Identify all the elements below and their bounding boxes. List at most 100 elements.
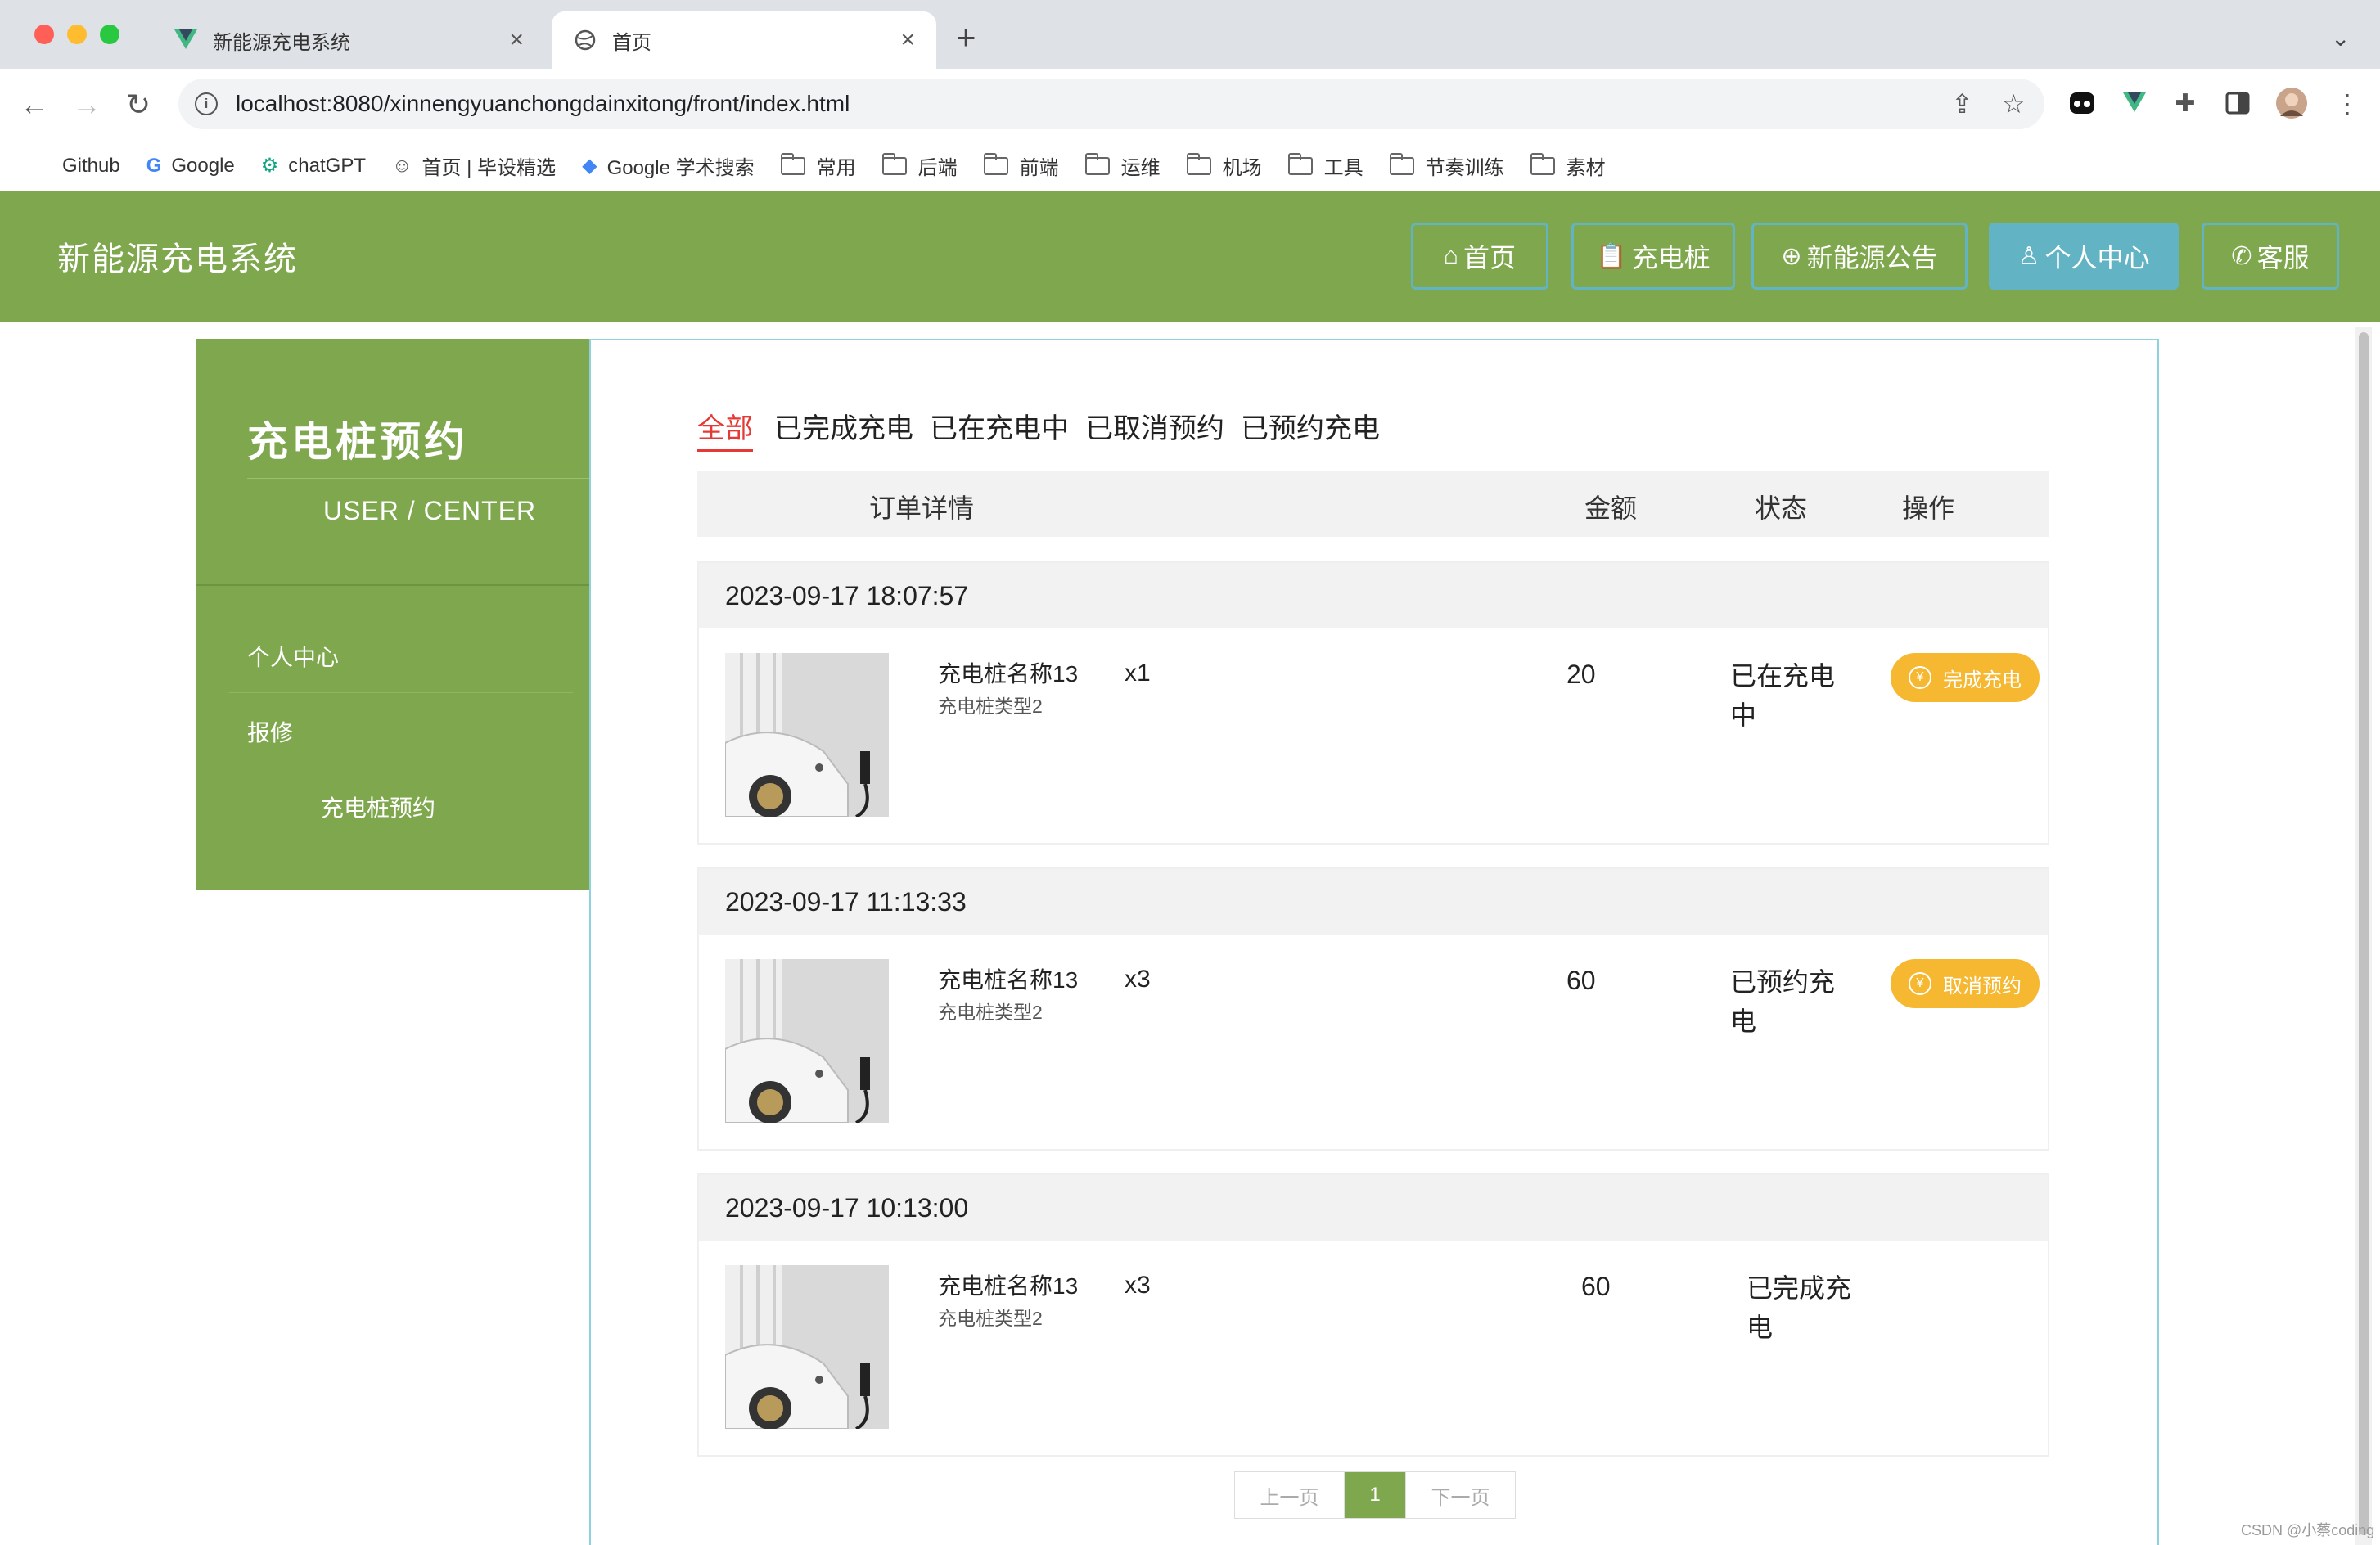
bookmark-folder[interactable]: 前端 — [983, 151, 1059, 180]
puzzle-extensions-icon[interactable]: ✚ — [2169, 87, 2202, 119]
tab-search-chevron-icon[interactable]: ⌄ — [2331, 25, 2350, 52]
side-panel-icon[interactable] — [2221, 87, 2254, 119]
charger-type: 充电桩类型2 — [938, 1002, 1043, 1023]
charger-name: 充电桩名称13 — [938, 967, 1079, 993]
back-arrow-icon[interactable]: ← — [20, 88, 49, 121]
page-number-button[interactable]: 1 — [1345, 1472, 1405, 1518]
tab-title: 新能源充电系统 — [213, 31, 350, 54]
reload-icon[interactable]: ↻ — [126, 88, 151, 121]
prev-page-button[interactable]: 上一页 — [1235, 1472, 1345, 1518]
order-status: 已预约充电 — [1730, 967, 1836, 1036]
folder-icon — [983, 152, 1008, 175]
charger-type: 充电桩类型2 — [938, 696, 1043, 717]
sidebar-item-reservation[interactable]: 充电桩预约 — [321, 791, 435, 823]
order-time: 2023-09-17 18:07:57 — [699, 563, 2048, 628]
order-time: 2023-09-17 11:13:33 — [699, 869, 2048, 935]
sidebar-subtitle: USER / CENTER — [323, 496, 537, 525]
order-card: 2023-09-17 18:07:57 充电桩名称13 充电桩类型2 x1 20… — [697, 561, 2049, 845]
nav-home-button[interactable]: ⌂ 首页 — [1411, 223, 1548, 290]
sidebar-divider — [247, 478, 589, 479]
filter-tab-charging[interactable]: 已在充电中 — [930, 406, 1069, 446]
filter-tab-completed[interactable]: 已完成充电 — [774, 406, 913, 446]
chatgpt-icon: ⚙ — [260, 155, 279, 177]
extension-icon[interactable] — [2066, 87, 2098, 119]
folder-icon — [881, 152, 907, 175]
sidebar-item-user-center[interactable]: 个人中心 — [247, 640, 339, 673]
minimize-window-button[interactable] — [67, 25, 87, 44]
bookmark-folder[interactable]: 后端 — [881, 151, 958, 180]
bookmark-chatgpt[interactable]: ⚙ chatGPT — [261, 154, 366, 178]
charger-car-image — [725, 653, 889, 817]
nav-service-button[interactable]: ✆ 客服 — [2202, 223, 2339, 290]
maximize-window-button[interactable] — [100, 25, 119, 44]
order-time: 2023-09-17 10:13:00 — [699, 1175, 2048, 1241]
filter-tab-cancelled[interactable]: 已取消预约 — [1085, 406, 1224, 446]
filter-tab-reserved[interactable]: 已预约充电 — [1241, 406, 1380, 446]
order-card: 2023-09-17 10:13:00 充电桩名称13 充电桩类型2 x3 60… — [697, 1173, 2049, 1457]
bookmark-folder[interactable]: 工具 — [1287, 151, 1364, 180]
watermark: CSDN @小蔡coding — [2241, 1522, 2375, 1538]
browser-tab-2[interactable]: 首页 × — [552, 11, 936, 69]
yen-icon: ¥ — [1909, 666, 1931, 689]
user-icon: ♙ — [2017, 242, 2040, 270]
vue-devtools-icon[interactable] — [2118, 87, 2151, 119]
bookmark-folder[interactable]: 运维 — [1084, 151, 1161, 180]
pagination: 上一页 1 下一页 — [1234, 1471, 1516, 1519]
bookmark-folder[interactable]: 素材 — [1530, 151, 1606, 180]
url-text: localhost:8080/xinnengyuanchongdainxiton… — [236, 91, 850, 116]
charger-name: 充电桩名称13 — [938, 661, 1079, 687]
column-header-details: 订单详情 — [869, 493, 975, 523]
sidebar-divider — [229, 692, 573, 693]
forward-arrow-icon[interactable]: → — [72, 88, 101, 121]
complete-charging-button[interactable]: ¥ 完成充电 — [1891, 653, 2040, 702]
profile-avatar[interactable] — [2275, 87, 2308, 119]
globe-icon: ⊕ — [1781, 242, 1802, 270]
column-header-action: 操作 — [1902, 493, 1955, 523]
order-status: 已在充电中 — [1730, 661, 1836, 730]
nav-announcement-button[interactable]: ⊕ 新能源公告 — [1751, 223, 1968, 290]
charger-car-image — [725, 959, 889, 1123]
charger-car-image — [725, 1265, 889, 1429]
bookmarks-bar: Github G Google ⚙ chatGPT ☺ 首页 | 毕设精选 ◆ … — [0, 141, 2380, 191]
avatar-icon: ☺ — [392, 154, 412, 177]
share-icon[interactable]: ⇪ — [1951, 88, 1973, 119]
nav-user-center-button[interactable]: ♙ 个人中心 — [1989, 223, 2179, 290]
browser-tab-1[interactable]: 新能源充电系统 × — [152, 11, 545, 69]
nav-charger-button[interactable]: 📋 充电桩 — [1571, 223, 1735, 290]
scrollbar-thumb[interactable] — [2359, 332, 2369, 1535]
clipboard-icon: 📋 — [1596, 242, 1627, 270]
address-bar[interactable]: i localhost:8080/xinnengyuanchongdainxit… — [178, 79, 2044, 129]
charger-name: 充电桩名称13 — [938, 1273, 1079, 1299]
bookmark-star-icon[interactable]: ☆ — [2002, 88, 2026, 119]
site-info-icon[interactable]: i — [195, 92, 218, 115]
close-tab-icon[interactable]: × — [509, 26, 524, 54]
bookmark-google[interactable]: G Google — [146, 155, 235, 178]
order-amount: 60 — [1566, 966, 1596, 995]
sidebar-item-repair[interactable]: 报修 — [247, 715, 293, 748]
next-page-button[interactable]: 下一页 — [1405, 1472, 1515, 1518]
filter-tab-all[interactable]: 全部 — [697, 406, 753, 452]
sidebar-title: 充电桩预约 — [247, 419, 468, 465]
new-tab-button[interactable]: + — [956, 20, 976, 55]
folder-icon — [1530, 152, 1555, 175]
tab-title: 首页 — [612, 31, 651, 54]
order-quantity: x3 — [1125, 1272, 1151, 1299]
close-tab-icon[interactable]: × — [900, 26, 915, 54]
column-header-amount: 金额 — [1584, 493, 1638, 523]
folder-icon — [1287, 152, 1313, 175]
google-icon: G — [146, 154, 162, 177]
bookmark-folder[interactable]: 常用 — [780, 151, 856, 180]
bookmark-folder[interactable]: 节奏训练 — [1389, 151, 1504, 180]
vue-icon — [174, 28, 198, 52]
bookmark-folder[interactable]: 机场 — [1186, 151, 1262, 180]
browser-menu-icon[interactable]: ⋮ — [2334, 88, 2360, 119]
globe-icon — [573, 28, 597, 52]
bookmark-github[interactable]: Github — [62, 155, 120, 178]
cancel-reservation-button[interactable]: ¥ 取消预约 — [1891, 959, 2040, 1008]
column-header-status: 状态 — [1755, 493, 1808, 523]
order-card: 2023-09-17 11:13:33 充电桩名称13 充电桩类型2 x3 60… — [697, 867, 2049, 1151]
bookmark-bishe[interactable]: ☺ 首页 | 毕设精选 — [392, 151, 556, 180]
bookmark-scholar[interactable]: ◆ Google 学术搜索 — [582, 151, 755, 180]
close-window-button[interactable] — [34, 25, 54, 44]
order-amount: 20 — [1566, 660, 1596, 689]
